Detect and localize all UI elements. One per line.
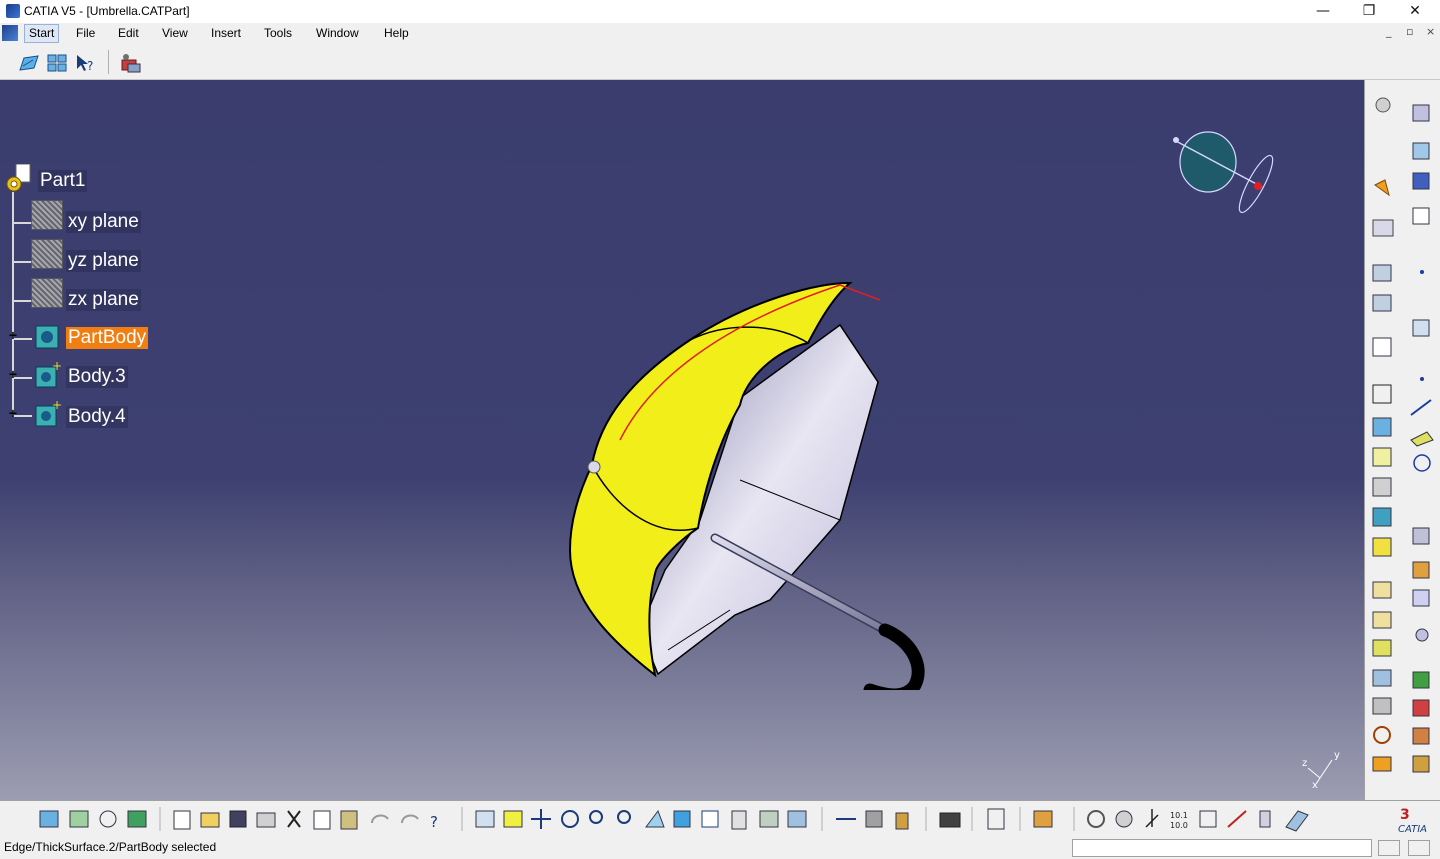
menu-window[interactable]: Window bbox=[316, 26, 359, 40]
tree-item-xy-plane[interactable]: xy plane bbox=[66, 211, 141, 233]
svg-text:3: 3 bbox=[1400, 807, 1410, 823]
tree-item-zx-plane[interactable]: zx plane bbox=[66, 289, 141, 311]
toolbar-separator bbox=[108, 50, 109, 74]
menu-insert[interactable]: Insert bbox=[211, 26, 241, 40]
menu-file[interactable]: File bbox=[76, 26, 95, 40]
document-icon[interactable] bbox=[2, 25, 18, 41]
status-bar: Edge/ThickSurface.2/PartBody selected bbox=[0, 837, 1440, 859]
svg-text:10.1: 10.1 bbox=[1170, 811, 1188, 820]
umbrella-model[interactable] bbox=[540, 270, 960, 690]
tree-item-body3[interactable]: Body.3 bbox=[66, 366, 128, 388]
restore-button[interactable]: ❐ bbox=[1346, 0, 1392, 23]
catia-app-icon bbox=[6, 4, 20, 18]
plane-icon[interactable] bbox=[31, 200, 63, 230]
minimize-button[interactable]: — bbox=[1300, 0, 1346, 23]
svg-text:?: ? bbox=[430, 813, 438, 831]
standard-tool-icons[interactable]: ? 10.1 10.0 bbox=[39, 808, 1309, 832]
catalog-icon[interactable] bbox=[120, 52, 142, 74]
right-toolbar bbox=[1364, 80, 1440, 800]
part-icon[interactable] bbox=[4, 164, 34, 194]
menu-view[interactable]: View bbox=[162, 26, 188, 40]
svg-text:CATIA: CATIA bbox=[1398, 824, 1427, 835]
body-icon[interactable] bbox=[32, 322, 62, 352]
compass-widget[interactable] bbox=[1160, 120, 1290, 230]
tree-item-partbody[interactable]: PartBody bbox=[66, 327, 149, 349]
bottom-toolbar: ? 10.1 10.0 3 CATIA bbox=[0, 800, 1440, 837]
doc-restore-icon[interactable]: ▫ bbox=[1406, 25, 1413, 38]
title-bar: CATIA V5 - [Umbrella.CATPart] — ❐ ✕ bbox=[0, 0, 1440, 23]
expand-partbody-icon[interactable]: + bbox=[6, 328, 20, 343]
body-icon[interactable]: + bbox=[32, 400, 62, 430]
doc-minimize-icon[interactable]: _ bbox=[1386, 25, 1392, 38]
plane-icon[interactable] bbox=[31, 239, 63, 269]
status-message: Edge/ThickSurface.2/PartBody selected bbox=[4, 840, 217, 854]
macro-icon[interactable] bbox=[1408, 840, 1430, 856]
menu-help[interactable]: Help bbox=[384, 26, 409, 40]
svg-text:?: ? bbox=[87, 59, 93, 73]
svg-text:10.0: 10.0 bbox=[1170, 821, 1188, 830]
grid-icon[interactable] bbox=[46, 52, 68, 74]
axis-triad: y z x bbox=[1302, 750, 1340, 788]
expand-body3-icon[interactable]: + bbox=[6, 367, 20, 382]
separators bbox=[159, 807, 1075, 831]
command-input[interactable] bbox=[1072, 839, 1372, 857]
3d-viewport[interactable]: Part1 xy plane yz plane zx plane + PartB… bbox=[0, 80, 1364, 800]
svg-text:z: z bbox=[1302, 758, 1307, 769]
sketch-icon[interactable] bbox=[18, 52, 40, 74]
catia-logo-icon: 3 CATIA bbox=[1398, 807, 1427, 835]
tree-item-body4[interactable]: Body.4 bbox=[66, 406, 128, 428]
whats-this-icon[interactable]: ? bbox=[74, 52, 96, 74]
menu-bar: Start File Edit View Insert Tools Window… bbox=[0, 23, 1440, 44]
tree-item-yz-plane[interactable]: yz plane bbox=[66, 250, 141, 272]
power-input-icon[interactable] bbox=[1378, 840, 1400, 856]
body-icon[interactable]: + bbox=[32, 361, 62, 391]
close-button[interactable]: ✕ bbox=[1392, 0, 1438, 23]
plane-icon[interactable] bbox=[31, 278, 63, 308]
svg-text:y: y bbox=[1334, 750, 1340, 761]
tree-root-part1[interactable]: Part1 bbox=[38, 170, 88, 192]
svg-text:+: + bbox=[52, 400, 62, 412]
doc-close-icon[interactable]: × bbox=[1426, 25, 1435, 38]
svg-text:+: + bbox=[52, 361, 62, 373]
svg-text:x: x bbox=[1312, 780, 1318, 788]
top-toolbar: ? bbox=[0, 44, 1440, 80]
workbench-tool-icons[interactable] bbox=[1372, 97, 1434, 773]
menu-start[interactable]: Start bbox=[24, 24, 60, 43]
expand-body4-icon[interactable]: + bbox=[6, 406, 20, 421]
menu-edit[interactable]: Edit bbox=[118, 26, 139, 40]
window-title: CATIA V5 - [Umbrella.CATPart] bbox=[24, 4, 190, 18]
menu-tools[interactable]: Tools bbox=[264, 26, 292, 40]
